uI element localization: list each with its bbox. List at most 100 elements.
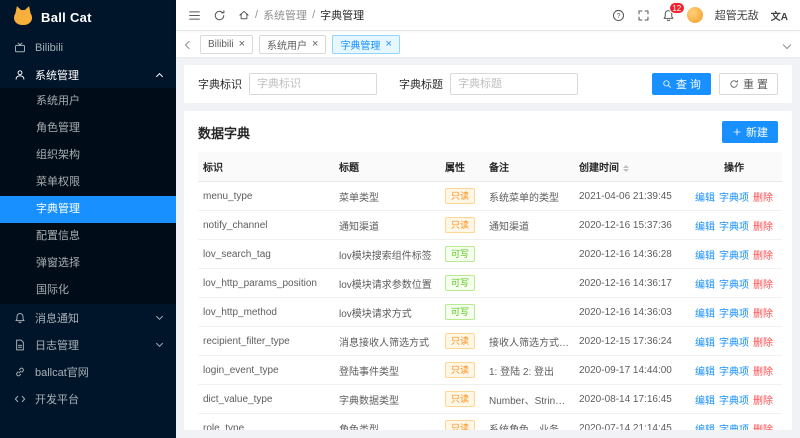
row-actions: 编辑 字典项 删除 — [686, 326, 782, 356]
breadcrumb-separator: / — [312, 9, 316, 21]
edit-link[interactable]: 编辑 — [695, 309, 715, 320]
help-icon[interactable]: ? — [612, 9, 625, 22]
username[interactable]: 超管无敌 — [715, 7, 759, 23]
dict-items-link[interactable]: 字典项 — [719, 251, 749, 262]
tab-options-chevron-down-icon[interactable] — [782, 37, 792, 51]
reset-button-label: 重 置 — [742, 79, 768, 91]
dict-attr-cell: 可写 — [440, 297, 484, 327]
dict-code-cell: lov_http_params_position — [198, 268, 334, 298]
attr-tag: 只读 — [445, 362, 476, 378]
dict-title-cell: lov模块请求参数位置 — [334, 268, 440, 298]
tab[interactable]: 系统用户 × — [259, 34, 327, 54]
edit-link[interactable]: 编辑 — [695, 396, 715, 407]
tab-scroll-left-icon[interactable] — [184, 37, 194, 51]
delete-link[interactable]: 删除 — [753, 367, 773, 378]
delete-link[interactable]: 删除 — [753, 425, 773, 431]
table-row: lov_http_method lov模块请求方式 可写 2020-12-16 14:… — [198, 297, 782, 327]
sort-icon[interactable] — [623, 164, 629, 172]
link-icon — [14, 366, 26, 378]
brand-logo[interactable]: Ball Cat — [0, 0, 176, 34]
attr-tag: 只读 — [445, 391, 476, 407]
dict-items-link[interactable]: 字典项 — [719, 396, 749, 407]
sidebar-item[interactable]: 系统管理 — [0, 61, 176, 88]
breadcrumb-section[interactable]: 系统管理 — [263, 7, 307, 23]
avatar[interactable] — [686, 7, 703, 23]
delete-link[interactable]: 删除 — [753, 396, 773, 407]
row-actions: 编辑 字典项 删除 — [686, 355, 782, 385]
dict-items-link[interactable]: 字典项 — [719, 425, 749, 431]
create-button-label: 新建 — [746, 127, 768, 139]
dict-attr-cell: 只读 — [440, 326, 484, 356]
delete-link[interactable]: 删除 — [753, 338, 773, 349]
sidebar-nav: Bilibili 系统管理系统用户 角色管理 组织架构 菜单权限 字典管理 配置信息 弹窗选择… — [0, 34, 176, 412]
sidebar-item-label: 日志管理 — [35, 339, 79, 352]
tab[interactable]: Bilibili × — [200, 34, 253, 54]
query-button-label: 查 询 — [675, 79, 701, 91]
tab-list: Bilibili × 系统用户 × 字典管理 × — [200, 34, 776, 54]
fullscreen-icon[interactable] — [637, 9, 650, 22]
dict-items-link[interactable]: 字典项 — [719, 367, 749, 378]
delete-link[interactable]: 删除 — [753, 251, 773, 262]
sidebar-subitem[interactable]: 国际化 — [0, 277, 176, 304]
column-header: 属性 — [440, 152, 484, 182]
edit-link[interactable]: 编辑 — [695, 425, 715, 431]
dict-items-link[interactable]: 字典项 — [719, 280, 749, 291]
home-icon[interactable] — [238, 9, 250, 21]
sidebar-item[interactable]: 日志管理 — [0, 331, 176, 358]
delete-link[interactable]: 删除 — [753, 309, 773, 320]
sidebar-subitem[interactable]: 角色管理 — [0, 115, 176, 142]
attr-tag: 只读 — [445, 420, 476, 430]
dict-attr-cell: 可写 — [440, 268, 484, 298]
delete-link[interactable]: 删除 — [753, 222, 773, 233]
dict-items-link[interactable]: 字典项 — [719, 193, 749, 204]
column-label: 创建时间 — [579, 163, 619, 174]
dict-items-link[interactable]: 字典项 — [719, 309, 749, 320]
reset-button[interactable]: 重 置 — [718, 73, 778, 95]
chevron-up-icon — [155, 72, 164, 80]
dict-created-cell: 2020-12-16 14:36:28 — [574, 239, 686, 269]
dict-items-link[interactable]: 字典项 — [719, 222, 749, 233]
sidebar-subitem[interactable]: 弹窗选择 — [0, 250, 176, 277]
edit-link[interactable]: 编辑 — [695, 193, 715, 204]
edit-link[interactable]: 编辑 — [695, 338, 715, 349]
menu-fold-icon[interactable] — [188, 9, 201, 22]
delete-link[interactable]: 删除 — [753, 193, 773, 204]
sidebar-item[interactable]: ballcat官网 — [0, 358, 176, 385]
sidebar-subitem[interactable]: 组织架构 — [0, 142, 176, 169]
sidebar-subitem[interactable]: 系统用户 — [0, 88, 176, 115]
dict-code-input[interactable] — [249, 73, 377, 95]
query-button[interactable]: 查 询 — [651, 73, 711, 95]
notification-bell[interactable]: 12 — [662, 1, 685, 22]
dict-created-cell: 2020-08-14 17:16:45 — [574, 384, 686, 414]
dict-title-input[interactable] — [450, 73, 578, 95]
column-header[interactable]: 创建时间 — [574, 152, 686, 182]
sidebar-item-label: 系统管理 — [35, 69, 79, 82]
user-icon — [14, 69, 26, 81]
dict-code-cell: recipient_filter_type — [198, 326, 334, 356]
reload-icon[interactable] — [213, 9, 226, 22]
edit-link[interactable]: 编辑 — [695, 280, 715, 291]
sidebar-item[interactable]: Bilibili — [0, 34, 176, 61]
sidebar-subitem[interactable]: 菜单权限 — [0, 169, 176, 196]
edit-link[interactable]: 编辑 — [695, 251, 715, 262]
dict-title-cell: lov模块搜索组件标签 — [334, 239, 440, 269]
sidebar-item[interactable]: 消息通知 — [0, 304, 176, 331]
dict-attr-cell: 只读 — [440, 355, 484, 385]
delete-link[interactable]: 删除 — [753, 280, 773, 291]
chevron-down-icon — [155, 339, 164, 348]
translate-icon[interactable]: 文A — [771, 8, 788, 23]
tab[interactable]: 字典管理 × — [332, 34, 400, 54]
close-icon[interactable]: × — [239, 38, 245, 50]
edit-link[interactable]: 编辑 — [695, 367, 715, 378]
dict-code-cell: login_event_type — [198, 355, 334, 385]
row-actions: 编辑 字典项 删除 — [686, 181, 782, 211]
tab-bar: Bilibili × 系统用户 × 字典管理 × — [176, 30, 800, 57]
close-icon[interactable]: × — [312, 38, 318, 50]
close-icon[interactable]: × — [385, 38, 391, 50]
sidebar-item[interactable]: 开发平台 — [0, 385, 176, 412]
sidebar-subitem[interactable]: 配置信息 — [0, 223, 176, 250]
dict-items-link[interactable]: 字典项 — [719, 338, 749, 349]
edit-link[interactable]: 编辑 — [695, 222, 715, 233]
create-button[interactable]: 新建 — [722, 121, 778, 143]
sidebar-subitem[interactable]: 字典管理 — [0, 196, 176, 223]
